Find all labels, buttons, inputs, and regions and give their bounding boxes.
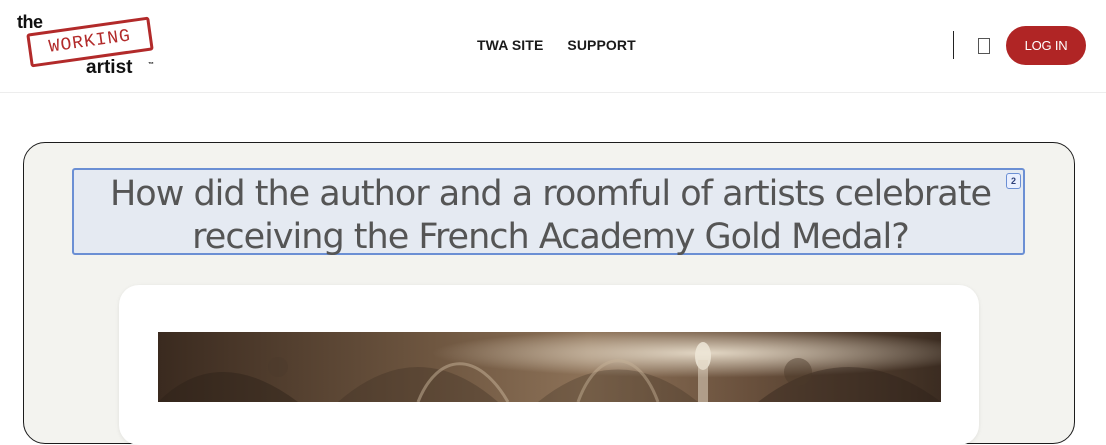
logo-the-text: the [17, 12, 43, 32]
logo-artist-text: artist [86, 57, 133, 78]
question-box[interactable]: How did the author and a roomful of arti… [72, 168, 1025, 257]
main-nav: TWA SITE SUPPORT [477, 37, 636, 53]
site-logo[interactable]: the WORKING artist ™ [16, 12, 156, 82]
nav-link-support[interactable]: SUPPORT [567, 37, 635, 53]
site-header: the WORKING artist ™ TWA SITE SUPPORT LO… [0, 0, 1106, 93]
question-text: How did the author and a roomful of arti… [109, 174, 992, 257]
question-number-badge: 2 [1006, 173, 1021, 189]
placeholder-icon[interactable] [978, 38, 990, 54]
nav-link-twa-site[interactable]: TWA SITE [477, 37, 543, 53]
logo-trademark: ™ [148, 62, 154, 68]
login-button[interactable]: LOG IN [1006, 26, 1086, 65]
header-divider [953, 31, 954, 59]
